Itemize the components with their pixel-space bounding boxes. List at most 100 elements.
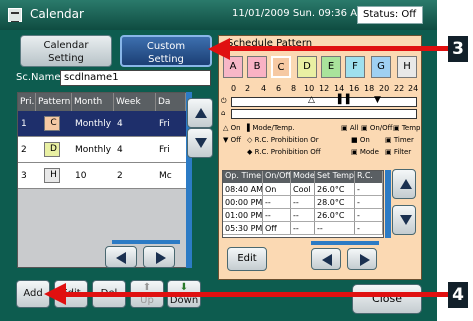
pattern-button-c[interactable]: C bbox=[271, 56, 291, 78]
op-cell: 28.0°C bbox=[315, 196, 355, 208]
scroll-left-button[interactable] bbox=[105, 246, 137, 268]
cell-pattern: C bbox=[36, 116, 72, 131]
op-header: Set Temp bbox=[315, 171, 355, 183]
legend-rc-or-label: R.C. Prohibition Or bbox=[254, 136, 319, 144]
mode-temp-marker-icon: ▌ bbox=[346, 95, 353, 105]
pattern-button-f[interactable]: F bbox=[345, 56, 365, 78]
op-cell: 01:00 PM bbox=[225, 209, 263, 221]
op-table-row[interactable]: 01:00 PM -- -- 26.0°C - bbox=[223, 209, 383, 222]
hour-label: 16 bbox=[349, 84, 360, 93]
pattern-button-e[interactable]: E bbox=[321, 56, 341, 78]
cell-pri: 1 bbox=[21, 118, 27, 129]
pattern-chip: C bbox=[44, 116, 60, 131]
legend-on2: ■ On bbox=[351, 136, 370, 144]
op-table-row[interactable]: 05:30 PM Off -- -- - bbox=[223, 222, 383, 235]
horizontal-scrollbar[interactable] bbox=[112, 240, 180, 244]
cell-month: Monthly bbox=[75, 144, 112, 155]
legend-timer: ▣ Timer bbox=[385, 136, 414, 144]
pattern-button-d[interactable]: D bbox=[297, 56, 317, 78]
op-cell: -- bbox=[315, 222, 355, 234]
legend-all-label: All bbox=[349, 124, 359, 132]
cell-day: Mc bbox=[159, 170, 172, 181]
list-row[interactable]: 1 C Monthly 4 Fri bbox=[18, 111, 186, 137]
legend-temp-label: Temp bbox=[401, 124, 421, 132]
op-table-scrollbar[interactable] bbox=[385, 170, 391, 238]
op-cell: - bbox=[355, 222, 383, 234]
callout-4-badge: 4 bbox=[448, 282, 468, 308]
op-scroll-up-button[interactable] bbox=[392, 169, 416, 199]
cell-pattern: H bbox=[36, 168, 72, 183]
op-cell: 05:30 PM bbox=[225, 222, 263, 234]
edit-pattern-button[interactable]: Edit bbox=[227, 247, 267, 271]
close-button[interactable]: Close bbox=[352, 284, 422, 314]
pattern-button-h[interactable]: H bbox=[397, 56, 417, 78]
op-cell: On bbox=[263, 183, 291, 195]
pattern-button-g[interactable]: G bbox=[371, 56, 391, 78]
schedule-pattern-panel: Schedule Pattern A B C D E F G H 0 2 4 6… bbox=[218, 35, 422, 280]
on-marker-icon: △ bbox=[308, 95, 315, 105]
op-cell: - bbox=[355, 183, 383, 195]
legend-filter-label: Filter bbox=[393, 148, 412, 156]
timeline-hours: 0 2 4 6 8 10 12 14 16 18 20 22 24 bbox=[223, 84, 419, 96]
scroll-up-button[interactable] bbox=[187, 98, 213, 128]
op-scroll-right-button[interactable] bbox=[347, 248, 377, 270]
op-header: On/Off bbox=[263, 171, 291, 183]
callout-3-line bbox=[228, 46, 448, 51]
op-scroll-down-button[interactable] bbox=[392, 205, 416, 235]
tab-label-line1: Calendar bbox=[43, 40, 89, 51]
hour-label: 10 bbox=[304, 84, 315, 93]
sc-name-label: Sc.Name bbox=[16, 72, 61, 83]
cell-week: 2 bbox=[117, 170, 123, 181]
hour-label: 4 bbox=[261, 84, 267, 93]
sc-name-input[interactable]: scdlname1 bbox=[60, 70, 211, 86]
hour-label: 0 bbox=[231, 84, 237, 93]
pattern-chip: H bbox=[44, 168, 60, 183]
legend-rc-prohibition-or: ◇ R.C. Prohibition Or bbox=[247, 136, 319, 144]
op-cell: Cool bbox=[291, 183, 315, 195]
callout-4-arrow-icon bbox=[44, 283, 66, 305]
legend-rc-prohibition-off: ◆ R.C. Prohibition Off bbox=[247, 148, 321, 156]
op-cell: -- bbox=[291, 196, 315, 208]
hour-label: 18 bbox=[364, 84, 375, 93]
operation-table: Op. Time On/Off Mode Set Temp R.C. 08:40… bbox=[222, 170, 384, 238]
op-cell: -- bbox=[263, 209, 291, 221]
mode-temp-marker-icon: ▌ bbox=[338, 95, 345, 105]
hour-label: 24 bbox=[408, 84, 419, 93]
scroll-down-button[interactable] bbox=[187, 128, 213, 158]
legend-all: ▣ All bbox=[341, 124, 359, 132]
legend-mode-temp-label: Mode/Temp. bbox=[252, 124, 295, 132]
legend-mode-temp: ▌Mode/Temp. bbox=[247, 124, 295, 132]
op-cell: 26.0°C bbox=[315, 209, 355, 221]
legend-rc-off-label: R.C. Prohibition Off bbox=[254, 148, 321, 156]
off-marker-icon: ▼ bbox=[374, 95, 381, 105]
op-header: R.C. bbox=[355, 171, 383, 183]
tab-custom-setting[interactable]: Custom Setting bbox=[120, 35, 212, 67]
op-scroll-left-button[interactable] bbox=[311, 248, 341, 270]
legend-temp: ▣ Temp bbox=[393, 124, 421, 132]
op-cell: - bbox=[355, 209, 383, 221]
hour-label: 12 bbox=[319, 84, 330, 93]
header-pri: Pri. bbox=[18, 93, 36, 111]
cell-pri: 2 bbox=[21, 144, 27, 155]
cell-month: Monthly bbox=[75, 118, 112, 129]
op-horizontal-scrollbar[interactable] bbox=[311, 241, 379, 245]
legend-onoff-label: On/Off bbox=[369, 124, 393, 132]
legend-off-label: Off bbox=[230, 136, 241, 144]
calendar-icon bbox=[8, 8, 22, 22]
op-table-row[interactable]: 08:40 AM On Cool 26.0°C - bbox=[223, 183, 383, 196]
hour-label: 22 bbox=[394, 84, 405, 93]
op-cell: Off bbox=[263, 222, 291, 234]
legend-off: ▼ Off bbox=[223, 136, 241, 144]
op-cell: 00:00 PM bbox=[225, 196, 263, 208]
op-cell: -- bbox=[291, 209, 315, 221]
tab-calendar-setting[interactable]: Calendar Setting bbox=[20, 35, 112, 67]
pattern-button-b[interactable]: B bbox=[247, 56, 267, 78]
list-row[interactable]: 3 H 10 2 Mc bbox=[18, 163, 186, 189]
header-pattern: Pattern bbox=[36, 93, 72, 111]
scroll-right-button[interactable] bbox=[143, 246, 175, 268]
cell-month: 10 bbox=[75, 170, 87, 181]
list-row[interactable]: 2 D Monthly 4 Fri bbox=[18, 137, 186, 163]
op-table-row[interactable]: 00:00 PM -- -- 28.0°C - bbox=[223, 196, 383, 209]
list-header: Pri. Pattern Month Week Da bbox=[18, 93, 186, 111]
legend-filter: ▣ Filter bbox=[385, 148, 412, 156]
